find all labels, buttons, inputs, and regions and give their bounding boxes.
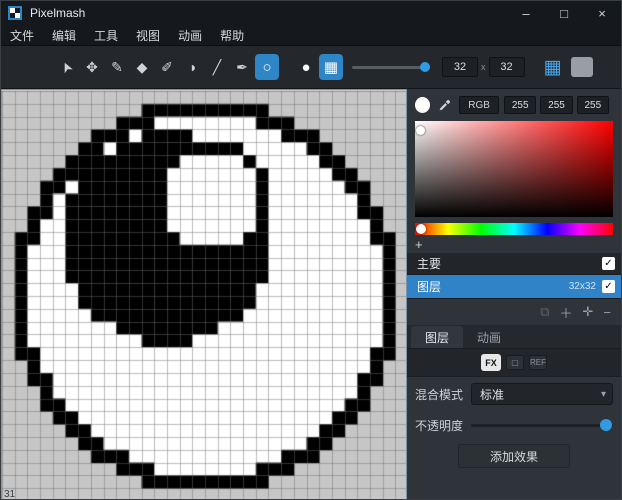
menu-bar: 文件 编辑 工具 视图 动画 帮助 bbox=[1, 25, 621, 46]
dither-pen-tool-button[interactable]: ✒ bbox=[230, 54, 254, 80]
window-controls: – □ × bbox=[507, 1, 621, 25]
tab-layers[interactable]: 图层 bbox=[411, 326, 463, 348]
maximize-button[interactable]: □ bbox=[545, 1, 583, 25]
slider-handle[interactable] bbox=[420, 62, 430, 72]
menu-tools[interactable]: 工具 bbox=[85, 25, 127, 45]
reference-layer-button[interactable]: REF bbox=[529, 355, 547, 370]
tool-bar: ➤ ✥ ✎ ◆ ✐ ◑ ╱ ✒ ○ ● ▦ 32 x 32 ▦ bbox=[1, 46, 621, 89]
ellipse-tool-button[interactable]: ○ bbox=[255, 54, 279, 80]
ghost-layer-button[interactable]: ▢ bbox=[506, 355, 524, 370]
minimize-button[interactable]: – bbox=[507, 1, 545, 25]
brush-tool-button[interactable]: ✐ bbox=[155, 54, 179, 80]
add-swatch-button[interactable]: + bbox=[415, 237, 613, 253]
add-effect-row: 添加效果 bbox=[415, 439, 613, 473]
menu-help[interactable]: 帮助 bbox=[211, 25, 253, 45]
menu-view[interactable]: 视图 bbox=[127, 25, 169, 45]
panel-tab-strip: 图层 动画 bbox=[407, 325, 621, 349]
canvas-pane: 31 bbox=[1, 89, 407, 500]
blue-value-input[interactable]: 255 bbox=[577, 96, 609, 114]
line-tool-button[interactable]: ╱ bbox=[205, 54, 229, 80]
move-tool-button[interactable]: ✥ bbox=[80, 54, 104, 80]
secondary-toggle-button[interactable] bbox=[571, 57, 593, 77]
layer-size-label: 32x32 bbox=[569, 281, 596, 292]
canvas-height-input[interactable]: 32 bbox=[489, 57, 525, 77]
brush-shape-circle-button[interactable]: ● bbox=[294, 54, 318, 80]
layer-name: 主要 bbox=[417, 255, 602, 272]
select-tool-button[interactable]: ➤ bbox=[55, 54, 79, 80]
eyedropper-icon bbox=[438, 99, 451, 112]
red-value-input[interactable]: 255 bbox=[504, 96, 536, 114]
layer-row-main[interactable]: 主要 ✓ bbox=[407, 253, 621, 275]
app-icon bbox=[8, 6, 22, 20]
pixel-canvas[interactable] bbox=[2, 91, 407, 500]
side-panel: RGB 255 255 255 + 主要 ✓ 图层 32x32 ✓ bbox=[407, 89, 621, 500]
fx-button[interactable]: FX bbox=[481, 354, 501, 371]
opacity-row: 不透明度 bbox=[415, 411, 613, 439]
layer-name: 图层 bbox=[417, 278, 569, 295]
menu-animation[interactable]: 动画 bbox=[169, 25, 211, 45]
eyedropper-button[interactable] bbox=[435, 96, 454, 114]
opacity-slider-handle[interactable] bbox=[600, 419, 612, 431]
brush-size-slider[interactable] bbox=[352, 59, 430, 75]
add-layer-button[interactable]: ＋ bbox=[559, 303, 572, 322]
window-title: Pixelmash bbox=[30, 6, 85, 20]
delete-layer-button[interactable]: − bbox=[603, 305, 611, 320]
add-effect-button[interactable]: 添加效果 bbox=[458, 444, 570, 468]
add-special-layer-button[interactable]: ✛ bbox=[583, 304, 594, 320]
opacity-label: 不透明度 bbox=[415, 417, 463, 434]
cursor-arrow-icon: ➤ bbox=[57, 58, 77, 76]
grid-toggle-button[interactable]: ▦ bbox=[539, 54, 567, 80]
color-row: RGB 255 255 255 bbox=[415, 95, 613, 115]
current-color-swatch[interactable] bbox=[415, 97, 430, 113]
blend-mode-row: 混合模式 标准 ▾ bbox=[415, 377, 613, 411]
sv-picker-handle[interactable] bbox=[416, 126, 425, 135]
main-area: 31 RGB 255 255 255 bbox=[1, 89, 621, 500]
green-value-input[interactable]: 255 bbox=[540, 96, 572, 114]
canvas-width-input[interactable]: 32 bbox=[442, 57, 478, 77]
color-mode-button[interactable]: RGB bbox=[459, 96, 499, 114]
layer-actions-bar: ⧉ ＋ ✛ − bbox=[415, 299, 613, 325]
size-separator: x bbox=[481, 62, 486, 72]
close-button[interactable]: × bbox=[583, 1, 621, 25]
opacity-slider[interactable] bbox=[471, 417, 613, 433]
layer-row-selected[interactable]: 图层 32x32 ✓ bbox=[407, 275, 621, 299]
canvas-status-text: 31 bbox=[4, 489, 15, 500]
eraser-tool-button[interactable]: ◆ bbox=[130, 54, 154, 80]
menu-edit[interactable]: 编辑 bbox=[43, 25, 85, 45]
layer-visibility-checkbox[interactable]: ✓ bbox=[602, 257, 615, 270]
hue-slider[interactable] bbox=[415, 223, 613, 235]
title-bar: Pixelmash – □ × bbox=[1, 1, 621, 25]
layer-visibility-checkbox[interactable]: ✓ bbox=[602, 280, 615, 293]
duplicate-layer-button[interactable]: ⧉ bbox=[540, 304, 549, 320]
pixelmash-window: Pixelmash – □ × 文件 编辑 工具 视图 动画 帮助 ➤ ✥ ✎ … bbox=[0, 0, 622, 500]
slider-track bbox=[352, 66, 430, 69]
blend-mode-label: 混合模式 bbox=[415, 386, 463, 403]
saturation-value-picker[interactable] bbox=[415, 121, 613, 217]
tab-animation[interactable]: 动画 bbox=[463, 326, 515, 348]
menu-file[interactable]: 文件 bbox=[1, 25, 43, 45]
fx-strip: FX ▢ REF bbox=[407, 349, 621, 377]
dither-toggle-button[interactable]: ▦ bbox=[319, 54, 343, 80]
hue-slider-handle[interactable] bbox=[416, 224, 426, 234]
chevron-down-icon: ▾ bbox=[601, 389, 606, 400]
blend-mode-select[interactable]: 标准 ▾ bbox=[471, 383, 613, 405]
shade-tool-button[interactable]: ◑ bbox=[180, 54, 204, 80]
pencil-tool-button[interactable]: ✎ bbox=[105, 54, 129, 80]
opacity-slider-track bbox=[471, 424, 613, 427]
blend-mode-value: 标准 bbox=[480, 386, 504, 403]
